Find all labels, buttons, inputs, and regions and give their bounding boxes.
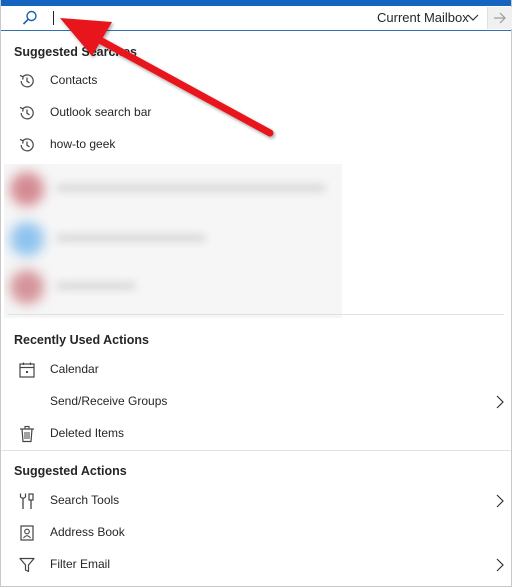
action-label: Deleted Items [50,426,125,440]
calendar-icon [19,362,35,378]
arrow-right-icon [494,12,506,24]
history-icon [19,106,34,120]
recently-used-actions-header: Recently Used Actions [14,333,149,347]
action-item-address-book[interactable]: Address Book [1,517,511,547]
blurred-people-suggestions [4,164,342,318]
action-label: Filter Email [50,557,111,571]
blurred-text [56,184,326,192]
suggested-search-item[interactable]: Outlook search bar [1,97,511,127]
action-item-calendar[interactable]: Calendar [1,354,511,384]
suggested-search-label: how-to geek [50,137,116,151]
history-icon [19,138,34,152]
blurred-avatar [10,270,44,304]
suggested-searches-header: Suggested Searches [14,45,137,59]
action-label: Address Book [50,525,125,539]
blurred-text [56,282,136,290]
chevron-down-icon[interactable] [467,13,479,23]
address-book-icon [20,525,34,541]
action-item-search-tools[interactable]: Search Tools [1,485,511,515]
blurred-avatar [10,172,44,206]
action-label: Calendar [50,362,99,376]
search-bar[interactable]: Current Mailbox [1,6,512,31]
search-icon[interactable] [21,10,39,26]
search-input-caret[interactable] [53,11,54,25]
section-divider [1,450,511,451]
action-item-filter-email[interactable]: Filter Email [1,549,511,579]
suggested-search-label: Contacts [50,73,98,87]
filter-icon [19,557,35,573]
action-item-deleted-items[interactable]: Deleted Items [1,418,511,448]
action-label: Send/Receive Groups [50,394,168,408]
search-go-button[interactable] [487,7,512,29]
action-label: Search Tools [50,493,120,507]
chevron-right-icon [496,494,504,508]
chevron-right-icon [496,395,504,409]
action-item-send-receive-groups[interactable]: Send/Receive Groups [1,386,511,416]
suggested-search-label: Outlook search bar [50,105,152,119]
history-icon [19,74,34,88]
blurred-text [56,234,206,242]
suggested-search-item[interactable]: Contacts [1,65,511,95]
search-scope-dropdown[interactable]: Current Mailbox [377,10,469,25]
chevron-right-icon [496,558,504,572]
tools-icon [19,493,34,509]
suggested-search-item[interactable]: how-to geek [1,129,511,159]
suggested-actions-header: Suggested Actions [14,464,127,478]
section-divider [8,314,504,315]
trash-icon [20,425,34,443]
blurred-avatar [10,222,44,256]
